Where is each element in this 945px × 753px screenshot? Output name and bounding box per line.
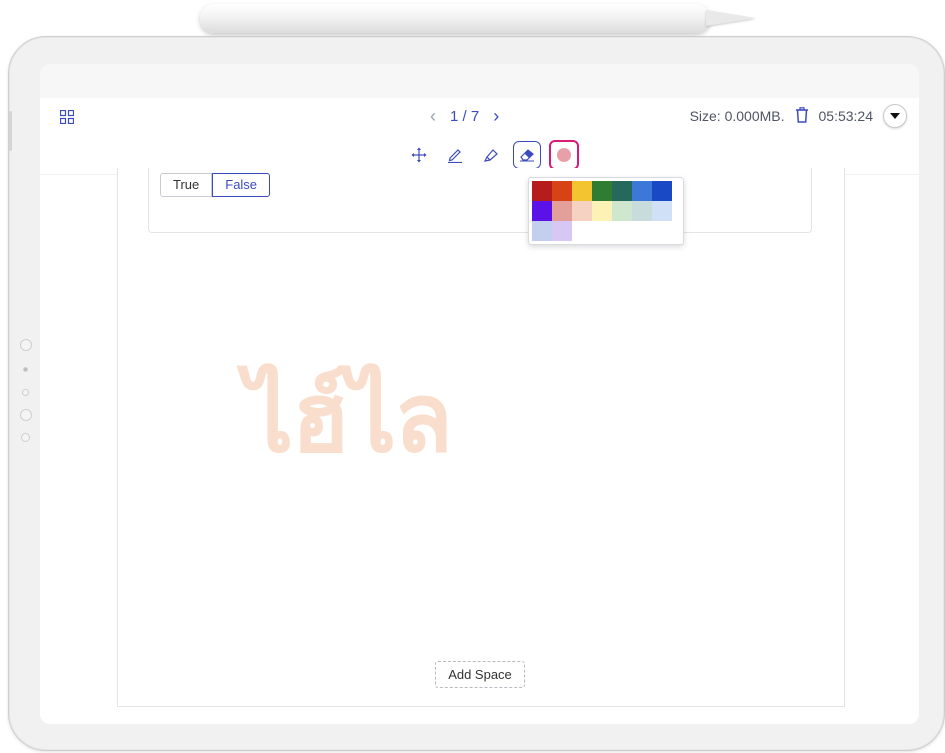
color-swatch[interactable] xyxy=(612,201,632,221)
eraser-icon[interactable] xyxy=(513,141,541,169)
sensor-dot xyxy=(22,389,29,396)
current-color-swatch xyxy=(557,148,571,162)
file-size: Size: 0.000MB. xyxy=(689,108,785,124)
side-button xyxy=(9,111,12,151)
highlighter-icon[interactable] xyxy=(477,141,505,169)
sensor-dot xyxy=(20,409,32,421)
pen-icon[interactable] xyxy=(441,141,469,169)
color-swatch[interactable] xyxy=(552,201,572,221)
question-card: True False xyxy=(148,168,812,233)
page-indicator: 1 / 7 xyxy=(450,108,480,125)
color-swatch[interactable] xyxy=(632,181,652,201)
color-swatch[interactable] xyxy=(612,181,632,201)
true-option[interactable]: True xyxy=(160,173,213,197)
true-false-toggle: True False xyxy=(160,173,271,197)
color-swatch[interactable] xyxy=(532,221,552,241)
sensor-dot xyxy=(23,367,28,372)
chevron-right-icon[interactable]: › xyxy=(493,106,499,127)
drawing-toolbar xyxy=(405,140,579,170)
clock-time: 05:53:24 xyxy=(818,108,874,124)
add-space-button[interactable]: Add Space xyxy=(435,661,525,688)
color-swatch[interactable] xyxy=(652,201,672,221)
color-swatches xyxy=(532,181,672,241)
page-navigator: ‹ 1 / 7 › xyxy=(430,106,499,127)
color-swatch[interactable] xyxy=(572,201,592,221)
color-swatch[interactable] xyxy=(532,181,552,201)
sensor-dot xyxy=(21,433,30,442)
color-swatch[interactable] xyxy=(592,201,612,221)
color-swatch[interactable] xyxy=(552,181,572,201)
color-swatch[interactable] xyxy=(592,181,612,201)
false-option[interactable]: False xyxy=(212,173,271,197)
color-swatch[interactable] xyxy=(572,181,592,201)
color-swatch[interactable] xyxy=(532,201,552,221)
editor-header: ‹ 1 / 7 › Size: 0.000MB. 05:53:24 xyxy=(40,98,919,175)
note-page xyxy=(117,168,845,707)
watermark-logo: ไฮ์ไล xyxy=(245,362,453,474)
color-swatch[interactable] xyxy=(632,201,652,221)
app-screen: ‹ 1 / 7 › Size: 0.000MB. 05:53:24 True F… xyxy=(40,64,919,724)
move-icon[interactable] xyxy=(405,141,433,169)
file-info: Size: 0.000MB. 05:53:24 xyxy=(690,104,907,128)
stylus-tip xyxy=(706,10,756,26)
color-picker-button[interactable] xyxy=(549,140,579,170)
chevron-left-icon[interactable]: ‹ xyxy=(430,106,436,127)
trash-icon[interactable] xyxy=(795,106,809,126)
stylus xyxy=(200,4,710,33)
caret-down-icon[interactable] xyxy=(883,104,907,128)
color-swatch[interactable] xyxy=(552,221,572,241)
grid-icon[interactable] xyxy=(59,109,75,129)
sensor-dot xyxy=(20,339,32,351)
color-swatch[interactable] xyxy=(652,181,672,201)
status-bar xyxy=(40,64,919,99)
color-palette-popover xyxy=(528,177,684,245)
